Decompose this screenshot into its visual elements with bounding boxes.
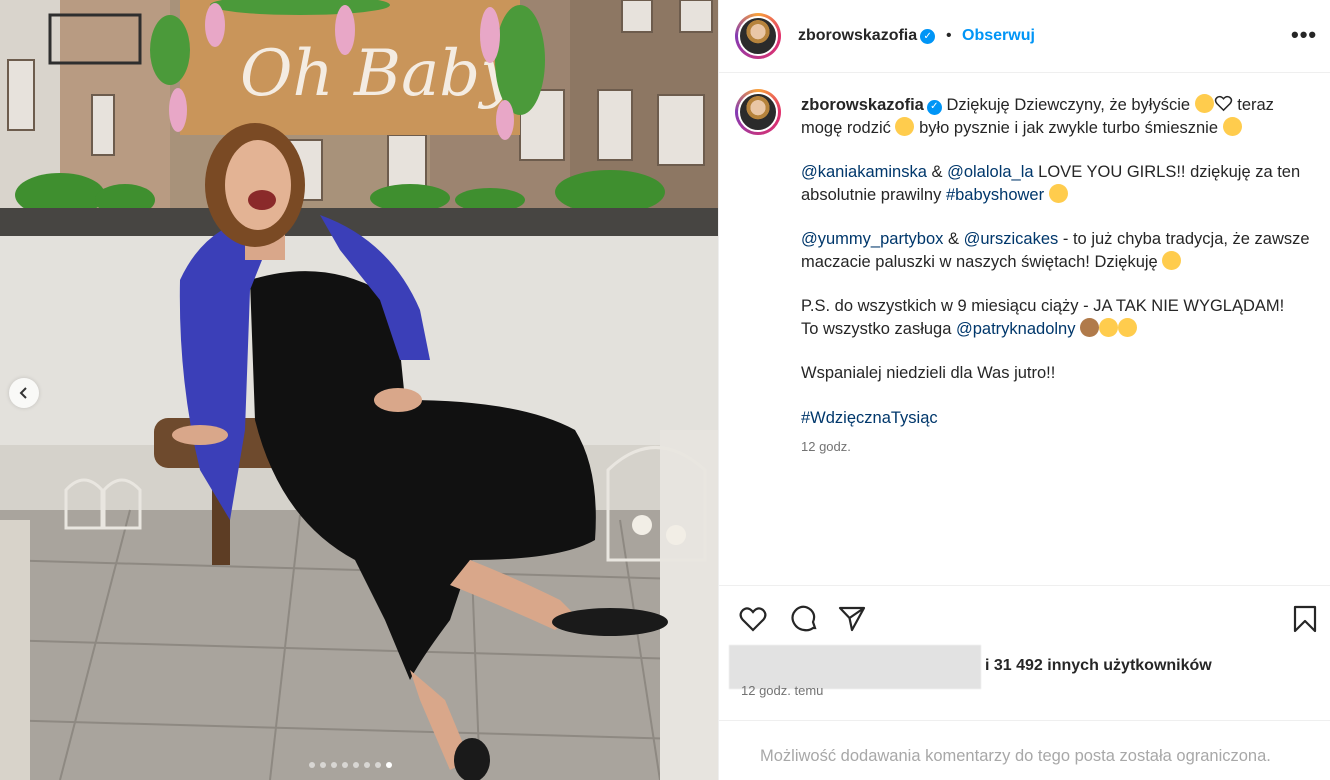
carousel-prev-button[interactable] — [9, 378, 39, 408]
follow-button[interactable]: Obserwuj — [962, 27, 1035, 45]
photo-scene: Oh Baby — [0, 0, 718, 780]
carousel-dot — [320, 762, 326, 768]
carousel-dot — [386, 762, 392, 768]
mention-link[interactable]: @yummy_partybox — [801, 230, 943, 248]
tears-of-joy-emoji — [895, 116, 915, 136]
post-header: zborowskazofia ✓ • Obserwuj ••• — [719, 0, 1330, 73]
caption-avatar[interactable] — [735, 89, 781, 135]
caption-username[interactable]: zborowskazofia — [801, 96, 924, 114]
verified-badge-icon: ✓ — [926, 99, 942, 115]
mention-link[interactable]: @kaniakaminska — [801, 163, 927, 181]
separator: • — [946, 27, 952, 44]
zany-face-emoji — [1118, 317, 1138, 337]
smiling-face-emoji — [1194, 94, 1214, 113]
kissing-face-emoji — [1162, 250, 1182, 270]
carousel-dot — [375, 762, 381, 768]
avatar[interactable] — [735, 13, 781, 59]
caption-line2b: było pysznie i jak zwykle turbo śmieszni… — [919, 118, 1219, 137]
bookmark-icon[interactable] — [1290, 604, 1320, 634]
post-actions: i 31 492 innych użytkowników 12 godz. te… — [719, 585, 1330, 720]
carousel-dot — [342, 762, 348, 768]
post-time[interactable]: 12 godz. temu — [741, 683, 823, 698]
sign-text: Oh Baby — [240, 37, 517, 111]
see-no-evil-monkey-emoji — [1080, 317, 1100, 337]
carousel-dot — [309, 762, 315, 768]
carousel-dots — [309, 762, 392, 768]
more-options-button[interactable]: ••• — [1291, 22, 1317, 48]
mention-link[interactable]: @urszicakes — [964, 230, 1059, 248]
mention-link[interactable]: @olalola_la — [947, 163, 1033, 181]
white-heart-emoji — [1214, 94, 1233, 113]
hashtag-link[interactable]: #babyshower — [946, 186, 1044, 204]
caption-line1: Dziękuję Dziewczyny, że byłyście — [946, 96, 1191, 114]
carousel-dot — [331, 762, 337, 768]
header-username[interactable]: zborowskazofia ✓ — [798, 27, 936, 45]
pleading-face-emoji — [1048, 183, 1068, 203]
caption-time[interactable]: 12 godz. — [801, 439, 851, 454]
heart-icon[interactable] — [738, 604, 768, 634]
carousel-dot — [364, 762, 370, 768]
post-side-panel: zborowskazofia ✓ • Obserwuj ••• zborowska… — [718, 0, 1330, 780]
comments-limited-notice: Możliwość dodawania komentarzy do tego p… — [719, 720, 1330, 780]
caption-line2a: mogę rodzić — [801, 118, 891, 137]
tears-of-joy-emoji — [1099, 317, 1119, 337]
grinning-face-emoji — [1222, 116, 1242, 136]
post-photo[interactable]: Oh Baby — [0, 0, 718, 780]
comment-icon[interactable] — [789, 604, 819, 634]
likes-count[interactable]: i 31 492 innych użytkowników — [985, 657, 1212, 675]
mention-link[interactable]: @patryknadolny — [956, 320, 1075, 338]
hashtag-link[interactable]: #WdzięcznaTysiąc — [801, 409, 938, 427]
verified-badge-icon: ✓ — [920, 29, 936, 44]
carousel-dot — [353, 762, 359, 768]
share-icon[interactable] — [837, 604, 867, 634]
chevron-left-icon — [19, 387, 27, 399]
caption: zborowskazofia ✓ Dziękuję Dziewczyny, że … — [801, 94, 1310, 427]
